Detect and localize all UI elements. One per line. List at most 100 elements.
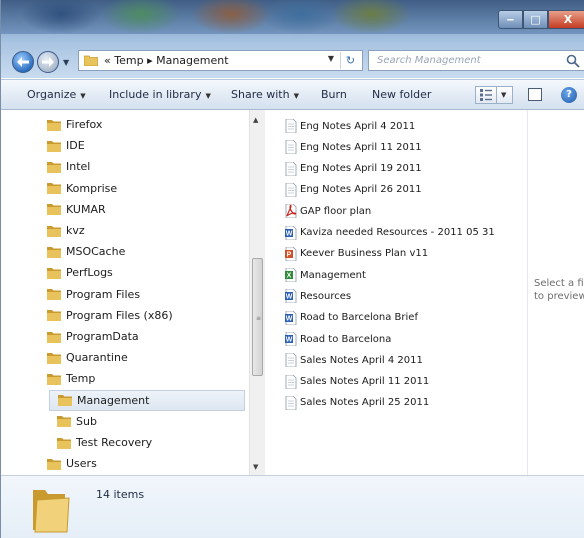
- text-file-icon: [285, 395, 297, 410]
- recent-pages-dropdown-icon[interactable]: ▼: [63, 58, 71, 67]
- folder-icon: [47, 225, 61, 237]
- refresh-icon[interactable]: ↻: [340, 52, 360, 69]
- minimize-button[interactable]: ‒: [498, 10, 523, 29]
- folder-icon: [58, 395, 72, 407]
- change-view-button[interactable]: ▼: [475, 86, 513, 104]
- text-file-icon: [285, 161, 297, 176]
- nav-tree-item[interactable]: Program Files (x86): [47, 305, 173, 326]
- text-file-icon: [285, 182, 297, 197]
- details-pane: 14 items: [1, 475, 584, 538]
- caret-down-icon[interactable]: ▼: [501, 91, 506, 99]
- svg-text:W: W: [286, 315, 293, 322]
- nav-tree-label: Komprise: [66, 181, 118, 195]
- nav-tree-item[interactable]: KUMAR: [47, 199, 106, 220]
- folder-icon: [47, 310, 61, 322]
- file-item[interactable]: GAP floor plan: [285, 201, 371, 221]
- nav-tree-item[interactable]: PerfLogs: [47, 262, 113, 283]
- file-item[interactable]: Eng Notes April 26 2011: [285, 180, 422, 200]
- file-item[interactable]: Eng Notes April 11 2011: [285, 137, 422, 157]
- address-dropdown-icon[interactable]: ▼: [328, 54, 334, 63]
- address-bar[interactable]: « Temp ▸ Management ▼ ↻: [78, 50, 363, 71]
- share-with-button[interactable]: Share with ▼: [231, 88, 299, 101]
- file-list: Eng Notes April 4 2011 Eng Notes April 11…: [266, 110, 527, 475]
- nav-tree-item[interactable]: ProgramData: [47, 326, 139, 347]
- breadcrumb-overflow[interactable]: «: [104, 54, 111, 67]
- details-view-icon: [480, 89, 492, 101]
- file-name: Sales Notes April 25 2011: [300, 397, 430, 409]
- file-item[interactable]: W Resources: [285, 286, 351, 306]
- nav-tree-label: Program Files (x86): [66, 308, 173, 322]
- folder-large-icon: [33, 490, 70, 533]
- nav-tree-label: IDE: [66, 139, 85, 153]
- nav-tree-item[interactable]: Temp: [47, 368, 95, 389]
- caret-down-icon: ▼: [80, 92, 86, 100]
- file-name: Management: [300, 269, 366, 281]
- nav-tree-item[interactable]: Management: [49, 389, 245, 411]
- nav-tree-label: KUMAR: [66, 202, 106, 216]
- file-item[interactable]: Sales Notes April 4 2011: [285, 350, 423, 370]
- preview-message: Select a file to preview.: [534, 277, 584, 303]
- file-item[interactable]: Sales Notes April 25 2011: [285, 393, 429, 413]
- file-name: Resources: [300, 290, 352, 302]
- organize-button[interactable]: Organize ▼: [27, 88, 86, 101]
- preview-pane-icon[interactable]: [528, 88, 542, 101]
- nav-tree-item[interactable]: Program Files: [47, 284, 140, 305]
- scrollbar-thumb[interactable]: ≡: [252, 258, 263, 376]
- nav-tree-item[interactable]: MSOCache: [47, 241, 125, 262]
- folder-icon: [57, 437, 71, 449]
- word-file-icon: W: [285, 332, 297, 346]
- breadcrumb-management[interactable]: Management: [156, 54, 228, 67]
- file-item[interactable]: W Road to Barcelona: [285, 329, 391, 349]
- folder-icon: [47, 331, 61, 343]
- file-name: Kaviza needed Resources - 2011 05 31: [300, 227, 495, 238]
- nav-tree-item[interactable]: kvz: [47, 220, 85, 241]
- new-folder-button[interactable]: New folder: [372, 88, 431, 101]
- file-item[interactable]: W Kaviza needed Resources - 2011 05 31: [285, 223, 495, 243]
- navigation-scrollbar[interactable]: ▲ ≡ ▼: [249, 110, 265, 475]
- nav-tree-item[interactable]: IDE: [47, 135, 85, 156]
- nav-tree-item[interactable]: Komprise: [47, 178, 117, 199]
- nav-tree-item[interactable]: Quarantine: [47, 347, 128, 368]
- file-item[interactable]: Eng Notes April 4 2011: [285, 116, 415, 136]
- folder-icon: [47, 246, 61, 258]
- file-name: Road to Barcelona: [300, 333, 392, 345]
- scroll-down-icon[interactable]: ▼: [253, 463, 258, 471]
- help-icon[interactable]: ?: [561, 87, 577, 103]
- file-name: Eng Notes April 19 2011: [300, 163, 422, 175]
- folder-icon: [47, 352, 61, 364]
- burn-button[interactable]: Burn: [321, 88, 347, 101]
- nav-tree-item[interactable]: Intel: [47, 156, 90, 177]
- forward-button[interactable]: [37, 51, 59, 73]
- svg-text:W: W: [286, 337, 293, 344]
- back-button[interactable]: [12, 51, 34, 73]
- folder-icon: [47, 161, 61, 173]
- excel-file-icon: X: [285, 268, 297, 283]
- include-in-library-button[interactable]: Include in library ▼: [109, 88, 211, 101]
- file-item[interactable]: P Keever Business Plan v11: [285, 244, 428, 264]
- svg-text:X: X: [287, 273, 292, 280]
- svg-text:W: W: [286, 230, 293, 237]
- search-input[interactable]: Search Management: [377, 55, 566, 66]
- search-icon[interactable]: [566, 54, 580, 68]
- file-item[interactable]: X Management: [285, 265, 366, 285]
- file-item[interactable]: Eng Notes April 19 2011: [285, 159, 422, 179]
- nav-tree-label: Users: [66, 457, 97, 471]
- word-file-icon: W: [285, 225, 297, 240]
- text-file-icon: [285, 353, 297, 368]
- search-box[interactable]: Search Management: [368, 50, 584, 71]
- nav-tree-item[interactable]: Test Recovery: [51, 432, 152, 453]
- nav-tree-item[interactable]: Sub: [51, 411, 97, 432]
- folder-icon: [84, 55, 98, 66]
- file-item[interactable]: W Road to Barcelona Brief: [285, 308, 418, 328]
- close-button[interactable]: X: [548, 10, 584, 29]
- nav-tree-item[interactable]: Firefox: [47, 114, 102, 135]
- breadcrumb-separator[interactable]: ▸: [147, 54, 153, 67]
- nav-tree-item[interactable]: Users: [47, 453, 97, 474]
- title-bar[interactable]: [1, 0, 584, 34]
- file-name: Sales Notes April 4 2011: [300, 354, 423, 366]
- file-item[interactable]: Sales Notes April 11 2011: [285, 372, 429, 392]
- scroll-up-icon[interactable]: ▲: [253, 116, 258, 124]
- maximize-button[interactable]: □: [523, 10, 548, 29]
- breadcrumb-temp[interactable]: Temp: [114, 54, 143, 67]
- preview-pane: Select a file to preview.: [527, 110, 584, 475]
